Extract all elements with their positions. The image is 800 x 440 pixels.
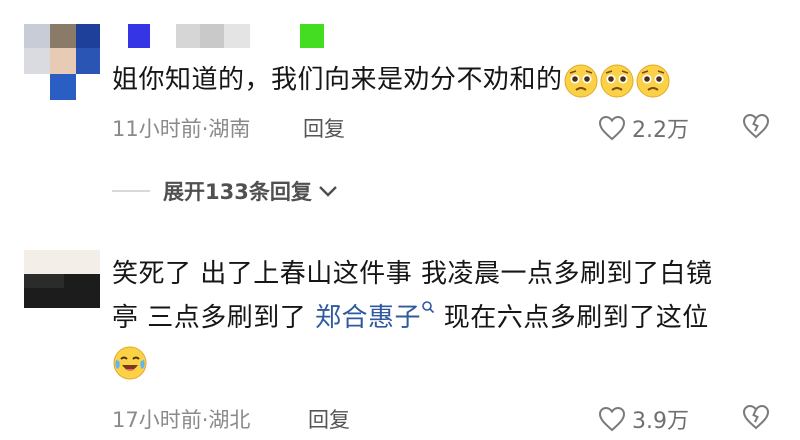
reply-button[interactable]: 回复 <box>308 404 350 434</box>
comment-fragment: 现在六点多刷到了这位 <box>435 303 709 333</box>
name-block <box>176 24 200 48</box>
comment-body: 姐你知道的，我们向来是劝分不劝和的 <box>112 65 563 95</box>
name-block <box>300 24 324 48</box>
comment-fragment: 亭 三点多刷到了 <box>112 303 307 333</box>
avatar[interactable] <box>24 250 100 308</box>
dislike-button[interactable] <box>742 113 770 143</box>
reply-button[interactable]: 回复 <box>303 113 345 143</box>
search-icon <box>422 301 435 314</box>
pleading-face-emoji-icon <box>600 64 634 97</box>
like-button[interactable]: 3.9万 <box>598 403 689 435</box>
name-block <box>200 24 224 48</box>
divider <box>112 190 150 192</box>
name-block <box>224 24 250 48</box>
heart-outline-icon <box>598 406 626 432</box>
broken-heart-icon <box>742 404 770 430</box>
comment-text: 笑死了 出了上春山这件事 我凌晨一点多刷到了白镜 亭 三点多刷到了 郑合惠子 现… <box>112 252 713 384</box>
expand-replies-button[interactable]: 展开133条回复 <box>163 176 338 206</box>
emoji-group <box>563 64 671 97</box>
pleading-face-emoji-icon <box>636 64 670 97</box>
chevron-down-icon <box>318 186 337 197</box>
mention-link[interactable]: 郑合惠子 <box>315 301 435 333</box>
comment-text: 姐你知道的，我们向来是劝分不劝和的 <box>112 58 671 102</box>
name-block <box>128 24 150 48</box>
comment-meta: 17小时前·湖北 <box>112 408 251 432</box>
comment-line: 笑死了 出了上春山这件事 我凌晨一点多刷到了白镜 <box>112 259 713 289</box>
comment-line: 亭 三点多刷到了 郑合惠子 现在六点多刷到了这位 <box>112 296 713 340</box>
like-button[interactable]: 2.2万 <box>598 112 689 144</box>
dislike-button[interactable] <box>742 404 770 434</box>
broken-heart-icon <box>742 113 770 139</box>
comment-line <box>112 340 713 384</box>
crying-laughing-emoji-icon <box>113 346 147 379</box>
comment-meta: 11小时前·湖南 <box>112 117 251 141</box>
like-count: 2.2万 <box>632 118 689 143</box>
mention-name: 郑合惠子 <box>315 303 422 333</box>
expand-replies-label: 展开133条回复 <box>163 180 312 204</box>
avatar[interactable] <box>24 24 100 100</box>
heart-outline-icon <box>598 115 626 141</box>
pleading-face-emoji-icon <box>564 64 598 97</box>
like-count: 3.9万 <box>632 409 689 434</box>
